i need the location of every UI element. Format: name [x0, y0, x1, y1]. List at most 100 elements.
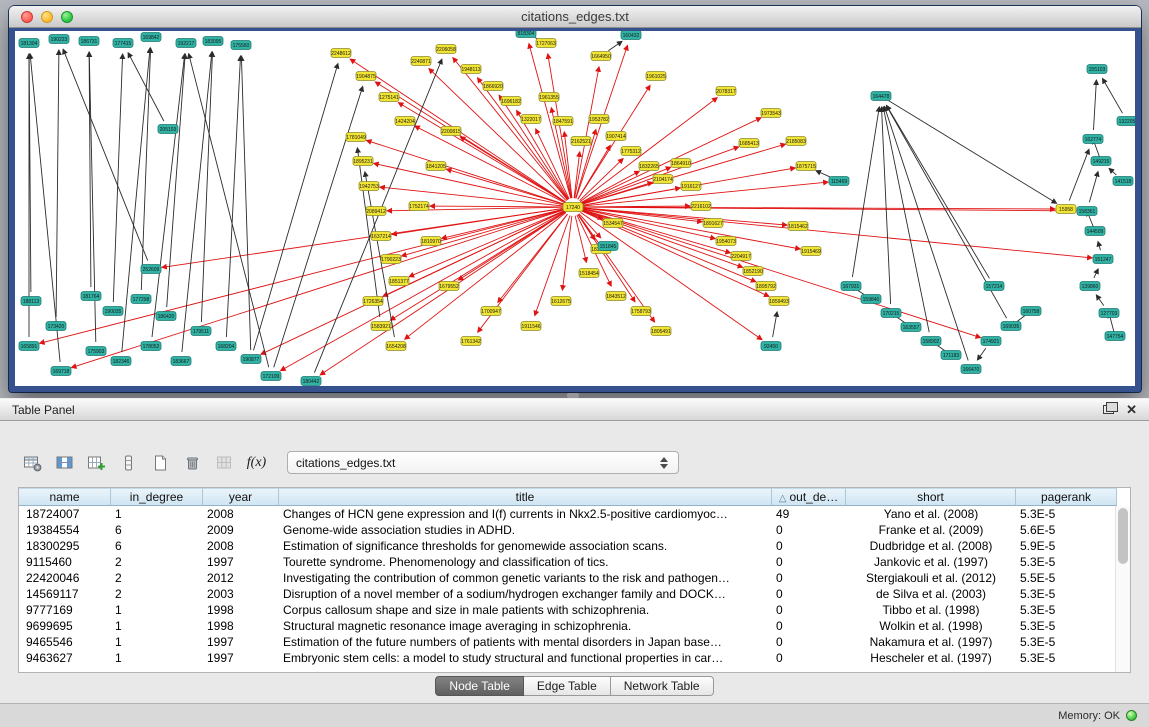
graph-node[interactable]: 160432 [621, 31, 641, 40]
graph-node[interactable]: 169718 [51, 367, 71, 376]
graph-node[interactable]: 160758 [1021, 307, 1041, 316]
graph-node[interactable]: 1654208 [386, 342, 406, 351]
table-mode-icon[interactable] [20, 450, 45, 476]
cell-name[interactable]: 9463627 [19, 650, 111, 666]
cell-name[interactable]: 9699695 [19, 618, 111, 634]
graph-node[interactable]: 1904875 [356, 72, 376, 81]
row-list-icon[interactable] [116, 450, 141, 476]
cell-year[interactable]: 1998 [203, 602, 279, 618]
cell-in_degree[interactable]: 1 [111, 618, 203, 634]
cell-year[interactable]: 1997 [203, 554, 279, 570]
graph-node[interactable]: 2248612 [331, 49, 351, 58]
tab-node-table[interactable]: Node Table [435, 676, 524, 696]
cell-title[interactable]: Genome-wide association studies in ADHD. [279, 522, 772, 538]
cell-short[interactable]: Jankovic et al. (1997) [846, 554, 1016, 570]
cell-title[interactable]: Embryonic stem cells: a model to study s… [279, 650, 772, 666]
graph-node[interactable]: 190223 [49, 35, 69, 44]
cell-short[interactable]: Dudbridge et al. (2008) [846, 538, 1016, 554]
cell-short[interactable]: Hescheler et al. (1997) [846, 650, 1016, 666]
graph-node[interactable]: 172109 [261, 372, 281, 381]
graph-node[interactable]: 165891 [19, 342, 39, 351]
table-selector[interactable]: citations_edges.txt [287, 451, 679, 474]
graph-node[interactable]: 1961025 [646, 72, 666, 81]
table-row[interactable]: 1456911722003Disruption of a novel membe… [19, 586, 1130, 602]
graph-node[interactable]: 151247 [1093, 255, 1113, 264]
graph-node[interactable]: 1895792 [756, 282, 776, 291]
cell-name[interactable]: 9465546 [19, 634, 111, 650]
new-table-icon[interactable] [148, 450, 173, 476]
scrollbar-thumb[interactable] [1118, 508, 1128, 564]
cell-year[interactable]: 2003 [203, 586, 279, 602]
graph-node[interactable]: 1679552 [439, 282, 459, 291]
graph-node[interactable]: 170215 [881, 309, 901, 318]
graph-node[interactable]: 181304 [19, 39, 39, 48]
graph-node[interactable]: 141518 [1113, 177, 1133, 186]
cell-short[interactable]: Wolkin et al. (1998) [846, 618, 1016, 634]
column-header-year[interactable]: year [203, 488, 279, 506]
cell-in_degree[interactable]: 1 [111, 634, 203, 650]
cell-short[interactable]: de Silva et al. (2003) [846, 586, 1016, 602]
graph-node[interactable]: 1915469 [801, 247, 821, 256]
graph-node[interactable]: 1518454 [579, 269, 599, 278]
graph-node[interactable]: 2078317 [716, 87, 736, 96]
graph-node[interactable]: 147754 [1105, 332, 1125, 341]
cell-short[interactable]: Franke et al. (2009) [846, 522, 1016, 538]
graph-node[interactable]: 1805491 [651, 327, 671, 336]
graph-node[interactable]: 1891627 [703, 219, 723, 228]
graph-node[interactable]: 2204917 [731, 252, 751, 261]
table-row[interactable]: 969969511998Structural magnetic resonanc… [19, 618, 1130, 634]
graph-node[interactable]: 188113 [21, 297, 41, 306]
graph-node[interactable]: 183667 [171, 357, 191, 366]
graph-node[interactable]: 132205 [1117, 117, 1135, 126]
graph-node[interactable]: 1700947 [481, 307, 501, 316]
graph-node[interactable]: 166470 [961, 365, 981, 374]
column-header-short[interactable]: short [846, 488, 1016, 506]
graph-node[interactable]: 163557 [901, 323, 921, 332]
graph-node[interactable]: 1916127 [681, 182, 701, 191]
graph-node[interactable]: 180442 [301, 377, 321, 386]
cell-title[interactable]: Estimation of the future numbers of pati… [279, 634, 772, 650]
graph-node[interactable]: 171183 [941, 351, 961, 360]
graph-node[interactable]: 205103 [158, 125, 178, 134]
table-row[interactable]: 1938455462009Genome-wide association stu… [19, 522, 1130, 538]
table-row[interactable]: 911546021997Tourette syndrome. Phenomeno… [19, 554, 1130, 570]
close-panel-icon[interactable]: ✕ [1126, 403, 1137, 416]
cell-out_degree[interactable]: 49 [772, 506, 846, 522]
table-row[interactable]: 946362711997Embryonic stem cells: a mode… [19, 650, 1130, 666]
cell-pagerank[interactable]: 5.3E-5 [1016, 586, 1117, 602]
cell-in_degree[interactable]: 1 [111, 506, 203, 522]
graph-node[interactable]: 1685413 [739, 139, 759, 148]
graph-node[interactable]: 1843512 [606, 292, 626, 301]
cell-pagerank[interactable]: 5.6E-5 [1016, 522, 1117, 538]
graph-node[interactable]: 177298 [131, 295, 151, 304]
graph-node[interactable]: 1859493 [769, 297, 789, 306]
graph-node[interactable]: 15958 [1056, 205, 1076, 214]
network-window-titlebar[interactable]: citations_edges.txt [9, 6, 1141, 28]
graph-node[interactable]: 17240 [563, 203, 583, 212]
graph-node[interactable]: 1852190 [743, 267, 763, 276]
cell-name[interactable]: 9115460 [19, 554, 111, 570]
cell-name[interactable]: 14569117 [19, 586, 111, 602]
graph-node[interactable]: 178052 [141, 342, 161, 351]
graph-node[interactable]: 179511 [191, 327, 211, 336]
cell-pagerank[interactable]: 5.3E-5 [1016, 602, 1117, 618]
minimize-window-button[interactable] [41, 11, 53, 23]
tab-network-table[interactable]: Network Table [611, 676, 714, 696]
column-header-out_degree[interactable]: △out_de… [772, 488, 846, 506]
graph-node[interactable]: 149215 [1091, 157, 1111, 166]
cell-in_degree[interactable]: 2 [111, 586, 203, 602]
graph-node[interactable]: 1866920 [483, 82, 503, 91]
graph-node[interactable]: 1583921 [371, 322, 391, 331]
cell-pagerank[interactable]: 5.3E-5 [1016, 634, 1117, 650]
graph-node[interactable]: 1961355 [539, 93, 559, 102]
graph-node[interactable]: 1534547 [603, 219, 623, 228]
cell-pagerank[interactable]: 5.3E-5 [1016, 506, 1117, 522]
cell-in_degree[interactable]: 6 [111, 522, 203, 538]
graph-node[interactable]: 144509 [1085, 227, 1105, 236]
graph-node[interactable]: 252609 [141, 265, 161, 274]
table-scrollbar[interactable] [1115, 506, 1130, 672]
graph-node[interactable]: 1790223 [381, 255, 401, 264]
graph-node[interactable]: 1954073 [716, 237, 736, 246]
graph-node[interactable]: 92450 [761, 342, 781, 351]
cell-year[interactable]: 1998 [203, 618, 279, 634]
